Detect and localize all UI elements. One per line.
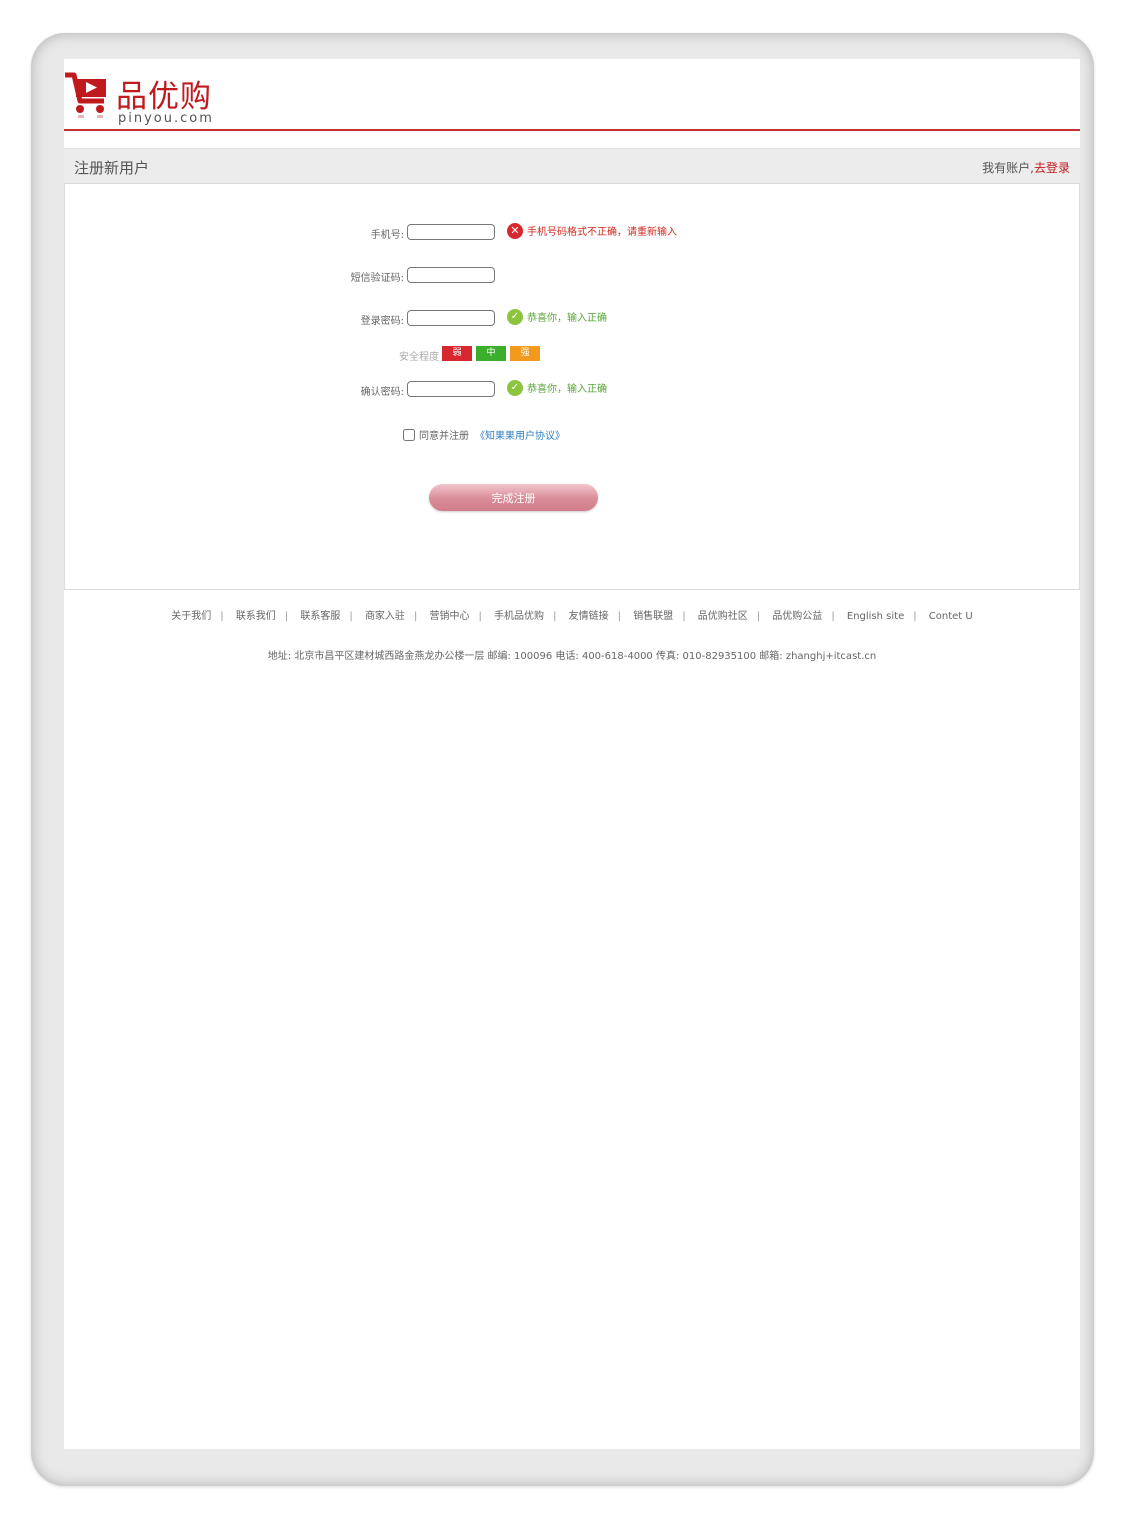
footer-link-alliance[interactable]: 销售联盟 [633, 611, 673, 622]
strength-medium-badge: 中 [476, 346, 506, 361]
footer-link-english[interactable]: English site [847, 611, 904, 622]
strength-strong-badge: 强 [510, 346, 540, 361]
strength-weak-badge: 弱 [442, 346, 472, 361]
password-label: 登录密码: [360, 316, 404, 327]
phone-label: 手机号: [370, 230, 404, 241]
page-screen: 品优购 pinyou.com 注册新用户 我有账户,去登录 手机号: ✕ 手机号码… [64, 59, 1080, 1449]
shopping-cart-icon [65, 72, 106, 118]
login-prompt: 我有账户,去登录 [982, 159, 1070, 176]
site-logo[interactable]: 品优购 pinyou.com [64, 67, 264, 127]
confirm-ok-text: 恭喜你，输入正确 [527, 384, 607, 395]
page-title: 注册新用户 [74, 159, 150, 177]
footer-separator: | [756, 611, 761, 622]
error-icon: ✕ [507, 223, 523, 239]
footer-link-community[interactable]: 品优购社区 [698, 611, 748, 622]
footer-link-marketing[interactable]: 营销中心 [430, 611, 470, 622]
header-divider [64, 129, 1080, 131]
password-ok-text: 恭喜你，输入正确 [527, 313, 607, 324]
sms-code-input[interactable] [407, 267, 495, 283]
phone-input[interactable] [407, 224, 495, 240]
login-link[interactable]: 去登录 [1034, 161, 1070, 175]
footer-separator: | [831, 611, 835, 622]
footer-separator: | [478, 611, 482, 622]
agree-checkbox[interactable] [403, 429, 415, 441]
check-icon: ✓ [507, 309, 523, 325]
password-row: 登录密码: ✓ 恭喜你，输入正确 [65, 309, 1080, 328]
logo-subtitle: pinyou.com [118, 111, 214, 126]
agree-text: 同意并注册 [419, 431, 469, 442]
footer-link-contact[interactable]: 联系我们 [236, 611, 276, 622]
password-ok-message: ✓ 恭喜你，输入正确 [507, 309, 607, 328]
footer-separator: | [220, 611, 224, 622]
phone-error-text: 手机号码格式不正确，请重新输入 [527, 227, 677, 238]
register-form: 手机号: ✕ 手机号码格式不正确，请重新输入 短信验证码: 登录密码: ✓ 恭喜你，… [64, 183, 1080, 590]
complete-register-button[interactable]: 完成注册 [429, 484, 598, 511]
confirm-password-row: 确认密码: ✓ 恭喜你，输入正确 [65, 380, 1080, 399]
logo-title: 品优购 [116, 79, 212, 115]
footer-link-friends[interactable]: 友情链接 [569, 611, 609, 622]
footer-separator: | [553, 611, 557, 622]
footer-separator: | [682, 611, 686, 622]
phone-row: 手机号: ✕ 手机号码格式不正确，请重新输入 [65, 223, 1080, 242]
agreement-link[interactable]: 《知果果用户协议》 [475, 431, 565, 442]
footer-separator: | [349, 611, 353, 622]
footer-link-about[interactable]: 关于我们 [171, 611, 211, 622]
have-account-text: 我有账户, [982, 161, 1034, 175]
check-icon: ✓ [507, 380, 523, 396]
sms-label: 短信验证码: [350, 273, 404, 284]
password-input[interactable] [407, 310, 495, 326]
footer-link-mobile[interactable]: 手机品优购 [494, 611, 544, 622]
footer-link-contact-us[interactable]: Contet U [929, 611, 973, 622]
phone-error-message: ✕ 手机号码格式不正确，请重新输入 [507, 223, 677, 242]
password-strength-row: 安全程度 弱 中 强 [65, 346, 1080, 363]
footer-address: 地址: 北京市昌平区建材城西路金燕龙办公楼一层 邮编: 100096 电话: 4… [267, 651, 877, 662]
register-title-bar: 注册新用户 我有账户,去登录 [64, 148, 1080, 184]
footer-separator: | [617, 611, 621, 622]
sms-row: 短信验证码: [65, 267, 1080, 285]
footer-nav: 关于我们 | 联系我们 | 联系客服 | 商家入驻 | 营销中心 | 手机品优购 | 友情链… [64, 607, 1080, 622]
strength-label: 安全程度 [399, 352, 439, 363]
confirm-password-input[interactable] [407, 381, 495, 397]
footer-separator: | [913, 611, 917, 622]
footer-link-merchant[interactable]: 商家入驻 [365, 611, 405, 622]
footer-link-charity[interactable]: 品优购公益 [772, 611, 822, 622]
agreement-row: 同意并注册 《知果果用户协议》 [403, 429, 565, 445]
confirm-label: 确认密码: [360, 387, 404, 398]
confirm-ok-message: ✓ 恭喜你，输入正确 [507, 380, 607, 399]
footer-link-service[interactable]: 联系客服 [300, 611, 340, 622]
footer-separator: | [284, 611, 289, 622]
footer-separator: | [413, 611, 418, 622]
